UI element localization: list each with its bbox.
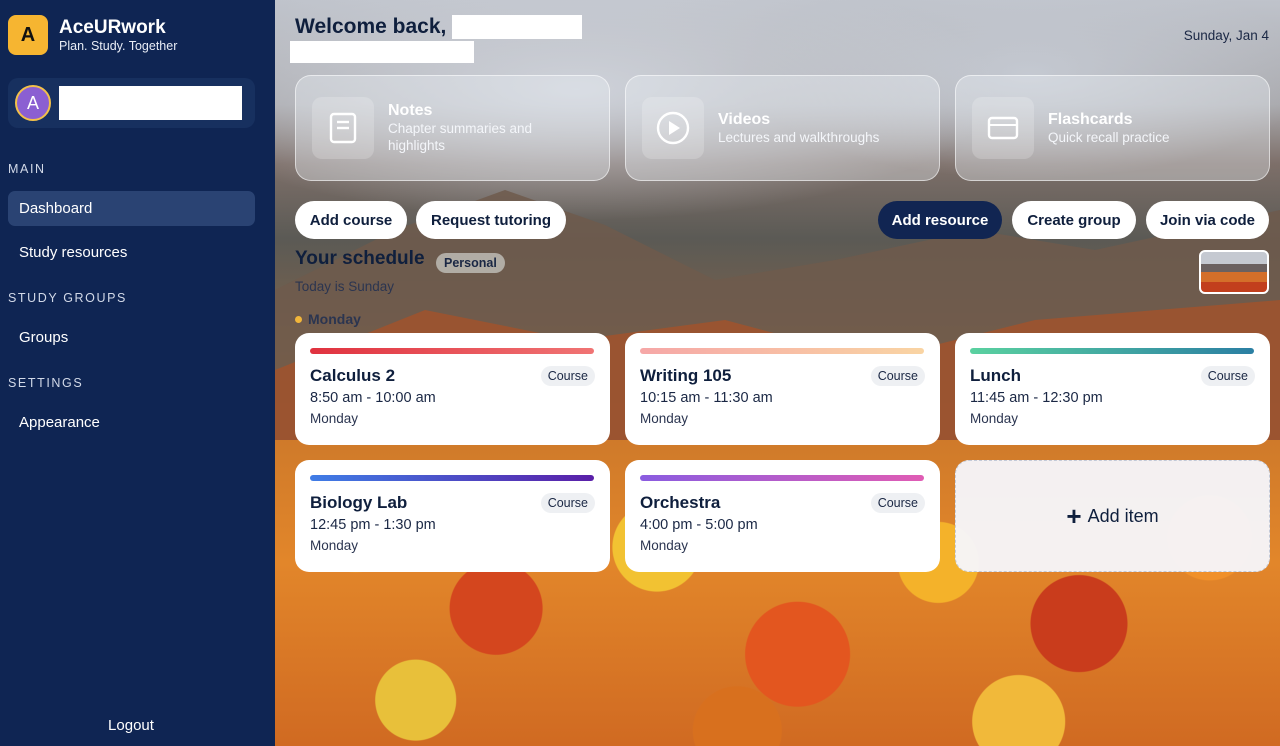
event-day: Monday	[640, 538, 689, 553]
event-card[interactable]: Orchestra Course 4:00 pm - 5:00 pm Monda…	[625, 460, 940, 572]
event-color-bar	[640, 348, 924, 354]
welcome-name-redacted	[452, 15, 583, 39]
brand: A AceURwork Plan. Study. Together	[8, 15, 177, 55]
event-tag: Course	[540, 366, 595, 386]
event-color-bar	[640, 475, 924, 481]
welcome-heading: Welcome back,	[295, 15, 583, 39]
event-time: 12:45 pm - 1:30 pm	[310, 517, 436, 533]
resource-card-flashcards[interactable]: Flashcards Quick recall practice	[955, 75, 1270, 181]
welcome-subtitle-redacted	[290, 41, 474, 63]
flashcard-icon	[972, 97, 1034, 159]
event-day: Monday	[310, 411, 359, 426]
event-tag: Course	[870, 493, 925, 513]
event-day: Monday	[640, 411, 689, 426]
user-profile[interactable]: A	[8, 78, 255, 128]
add-item-label: Add item	[1087, 505, 1159, 526]
event-card[interactable]: Biology Lab Course 12:45 pm - 1:30 pm Mo…	[295, 460, 610, 572]
current-date: Sunday, Jan 4	[1183, 28, 1269, 43]
resource-card-videos[interactable]: Videos Lectures and walkthroughs	[625, 75, 940, 181]
section-label-study-groups: STUDY GROUPS	[8, 291, 127, 305]
main-area: Welcome back, Sunday, Jan 4 Notes Chapte…	[275, 0, 1280, 746]
event-time: 8:50 am - 10:00 am	[310, 390, 436, 406]
resource-card-notes[interactable]: Notes Chapter summaries and highlights	[295, 75, 610, 181]
sidebar-item-groups[interactable]: Groups	[8, 320, 255, 355]
join-via-code-button[interactable]: Join via code	[1146, 201, 1269, 239]
event-card[interactable]: Writing 105 Course 10:15 am - 11:30 am M…	[625, 333, 940, 445]
event-tag: Course	[540, 493, 595, 513]
event-card[interactable]: Lunch Course 11:45 am - 12:30 pm Monday	[955, 333, 1270, 445]
schedule-subtitle: Today is Sunday	[295, 279, 395, 294]
sidebar-item-appearance[interactable]: Appearance	[8, 405, 255, 440]
section-label-settings: SETTINGS	[8, 376, 84, 390]
resource-description: Quick recall practice	[1048, 129, 1170, 145]
avatar: A	[15, 85, 51, 121]
event-title: Orchestra	[640, 493, 721, 512]
event-tag: Course	[1200, 366, 1255, 386]
resource-description: Chapter summaries and highlights	[388, 121, 533, 153]
sidebar-item-study-resources[interactable]: Study resources	[8, 235, 255, 270]
add-course-button[interactable]: Add course	[295, 201, 407, 239]
sidebar: A AceURwork Plan. Study. Together A MAIN…	[0, 0, 275, 746]
event-day: Monday	[970, 411, 1019, 426]
resource-description: Lectures and walkthroughs	[718, 129, 880, 145]
event-day: Monday	[310, 538, 359, 553]
add-item-button[interactable]: + Add item	[955, 460, 1270, 572]
sidebar-item-dashboard[interactable]: Dashboard	[8, 191, 255, 226]
brand-tagline: Plan. Study. Together	[59, 38, 178, 53]
resource-title: Notes	[388, 102, 433, 119]
event-color-bar	[970, 348, 1254, 354]
brand-name: AceURwork	[59, 16, 166, 38]
section-label-main: MAIN	[8, 162, 46, 176]
play-icon	[642, 97, 704, 159]
background-thumbnail[interactable]	[1199, 250, 1269, 294]
resource-title: Videos	[718, 110, 771, 128]
brand-logo: A	[8, 15, 48, 55]
notes-icon	[312, 97, 374, 159]
event-card[interactable]: Calculus 2 Course 8:50 am - 10:00 am Mon…	[295, 333, 610, 445]
request-tutoring-button[interactable]: Request tutoring	[416, 201, 566, 239]
event-tag: Course	[870, 366, 925, 386]
day-label-text: Monday	[308, 311, 361, 327]
event-title: Lunch	[970, 366, 1021, 385]
add-resource-button[interactable]: Add resource	[878, 201, 1002, 239]
user-name-redacted	[59, 86, 242, 120]
day-label: Monday	[295, 311, 361, 327]
event-title: Biology Lab	[310, 493, 408, 512]
create-group-button[interactable]: Create group	[1012, 201, 1136, 239]
schedule-title: Your schedule	[295, 248, 425, 269]
logout-button[interactable]: Logout	[0, 717, 262, 734]
event-time: 4:00 pm - 5:00 pm	[640, 517, 758, 533]
event-title: Writing 105	[640, 366, 732, 385]
schedule-badge: Personal	[436, 253, 505, 273]
event-time: 10:15 am - 11:30 am	[640, 390, 773, 406]
event-title: Calculus 2	[310, 366, 396, 385]
event-time: 11:45 am - 12:30 pm	[970, 390, 1103, 406]
event-color-bar	[310, 348, 594, 354]
plus-icon: +	[1066, 501, 1082, 531]
event-color-bar	[310, 475, 594, 481]
resource-title: Flashcards	[1048, 110, 1133, 128]
welcome-text: Welcome back,	[295, 15, 447, 38]
day-dot	[295, 315, 302, 323]
